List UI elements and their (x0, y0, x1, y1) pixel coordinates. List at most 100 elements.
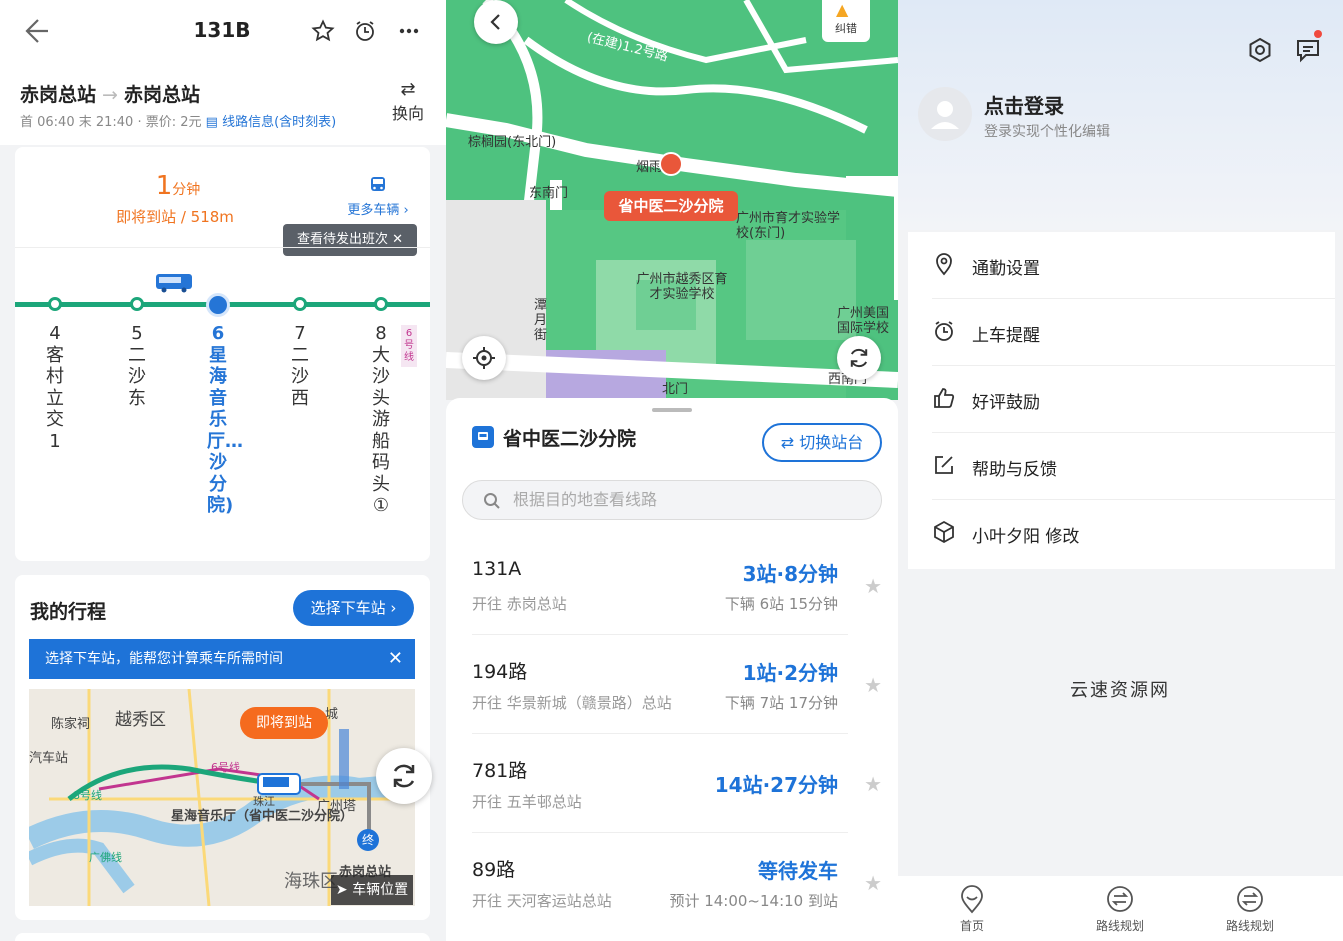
stop-name[interactable]: 8大沙头游船码头① (370, 323, 392, 517)
location-pin-icon (932, 252, 956, 276)
map-label: 北门 (662, 382, 689, 397)
stop-dot[interactable] (130, 297, 144, 311)
map-label: 棕榈园(东北门) (468, 135, 557, 150)
map-label: 广州市育才实验学校(东门) (736, 211, 841, 241)
map-label: 广州塔 (317, 799, 357, 814)
login-subtitle: 登录实现个性化编辑 (984, 124, 1110, 140)
back-arrow-icon[interactable] (18, 14, 52, 48)
drag-handle[interactable] (652, 408, 692, 412)
route-row[interactable]: 89路 开往 天河客运站总站 等待发车 预计 14:00~14:10 到站 ★ (446, 833, 898, 932)
station-map[interactable]: 棕榈园(东北门) 东南门 烟雨 广州市育才实验学校(东门) 广州市越秀区育才实验… (446, 0, 898, 400)
map-label: 陈家祠 (51, 717, 91, 732)
route-direction: 开往 天河客运站总站 (472, 892, 612, 910)
route-name: 781路 (472, 760, 528, 782)
route-row[interactable]: 781路 开往 五羊邨总站 14站·27分钟 ★ (446, 734, 898, 833)
search-icon (482, 491, 502, 511)
line-meta: 首 06:40 末 21:40 · 票价: 2元 ▤ 线路信息(含时刻表) (20, 111, 336, 130)
tab-route-plan[interactable]: 路线规划 (1090, 884, 1150, 934)
favorite-star-icon[interactable]: ★ (864, 673, 882, 697)
stop-name[interactable]: 4客村立交1 (44, 323, 66, 452)
favorite-star-icon[interactable]: ★ (864, 871, 882, 895)
stop-name[interactable]: 5二沙东 (126, 323, 148, 409)
tab-home[interactable]: 首页 (942, 884, 1002, 934)
refresh-icon[interactable] (376, 748, 432, 804)
route-arrow: → (102, 84, 118, 106)
tab-label: 路线规划 (1225, 919, 1274, 933)
arrival-time: 1分钟 (155, 171, 201, 201)
login-link[interactable]: 点击登录 (984, 90, 1064, 119)
reverse-button[interactable]: ⇄ 换向 (388, 80, 428, 124)
vehicle-position-button[interactable]: ➤ 车辆位置 (331, 875, 413, 905)
station-panel: 棕榈园(东北门) 东南门 烟雨 广州市育才实验学校(东门) 广州市越秀区育才实验… (446, 0, 898, 941)
watermark: 云速资源网 (1070, 680, 1170, 701)
service-hours: 首 06:40 末 21:40 · 票价: 2元 (20, 115, 202, 130)
route-name: 194路 (472, 661, 528, 683)
trip-mini-map[interactable]: 陈家祠 越秀区 汽车站 6号线 8号线 广佛线 星海音乐厅（省中医二沙分院） 广… (29, 689, 415, 906)
bus-icon (333, 175, 423, 199)
star-icon[interactable] (308, 16, 338, 46)
stop-dot[interactable] (293, 297, 307, 311)
hint-text: 选择下车站，能帮您计算乘车所需时间 (45, 651, 283, 667)
switch-platform-button[interactable]: ⇄ 切换站台 (762, 423, 882, 462)
back-arrow-icon[interactable] (474, 0, 518, 44)
route-next: 预计 14:00~14:10 到站 (669, 892, 838, 910)
stop-dot[interactable] (374, 297, 388, 311)
stop-name-current[interactable]: 6星海音乐厅…沙分院) (207, 323, 243, 517)
bus-stop-pin-icon[interactable] (659, 152, 683, 176)
tab-label: 路线规划 (1095, 919, 1144, 933)
close-icon[interactable]: ✕ (388, 639, 403, 679)
stop-name[interactable]: 7二沙西 (289, 323, 311, 409)
line-info-link[interactable]: ▤ 线路信息(含时刻表) (206, 115, 337, 130)
select-alight-stop-button[interactable]: 选择下车站 › (293, 590, 414, 626)
menu-item-commute[interactable]: 通勤设置 (908, 232, 1335, 299)
map-label: 8号线 (73, 789, 102, 802)
more-icon[interactable] (394, 16, 424, 46)
route-to: 赤岗总站 (123, 84, 200, 106)
bottom-tab-bar: 首页 路线规划 路线规划 (898, 876, 1343, 941)
menu-item-version[interactable]: 小叶夕阳 修改 (908, 500, 1335, 567)
route-direction: 开往 华景新城（赣景路）总站 (472, 694, 672, 712)
alarm-clock-icon (932, 319, 956, 343)
alarm-clock-icon[interactable] (350, 16, 380, 46)
settings-icon[interactable] (1244, 34, 1276, 66)
route-row[interactable]: 131A 开往 赤岗总站 3站·8分钟 下辆 6站 15分钟 ★ (446, 536, 898, 635)
profile-panel: 点击登录 登录实现个性化编辑 通勤设置 上车提醒 好评鼓励 帮助与反馈 小叶夕阳… (898, 0, 1343, 941)
arrival-status: 即将到站 / 518m (116, 208, 234, 226)
vehicle-position-label: 车辆位置 (352, 882, 409, 898)
bus-marker-icon (257, 773, 301, 795)
more-vehicles-label: 更多车辆 › (347, 203, 409, 218)
report-error-button[interactable]: ▲ 纠错 (822, 0, 870, 42)
line-header: 131B 赤岗总站 → 赤岗总站 首 06:40 末 21:40 · 票价: 2元 … (0, 0, 446, 145)
menu-label: 上车提醒 (972, 326, 1040, 346)
route-direction: 开往 五羊邨总站 (472, 793, 582, 811)
menu-item-rate[interactable]: 好评鼓励 (908, 366, 1335, 433)
next-card-edge (15, 933, 430, 941)
avatar[interactable] (918, 87, 972, 141)
route-search-input[interactable]: 根据目的地查看线路 (462, 480, 882, 520)
refresh-icon[interactable] (837, 336, 881, 380)
menu-item-help[interactable]: 帮助与反馈 (908, 433, 1335, 500)
map-label: 广州美国国际学校 (837, 306, 890, 336)
terminal-marker: 终 (357, 829, 379, 851)
pending-departures-tip[interactable]: 查看待发出班次 ✕ (283, 224, 417, 256)
favorite-star-icon[interactable]: ★ (864, 574, 882, 598)
route-row[interactable]: 194路 开往 华景新城（赣景路）总站 1站·2分钟 下辆 7站 17分钟 ★ (446, 635, 898, 734)
menu-item-boarding-reminder[interactable]: 上车提醒 (908, 299, 1335, 366)
line-title: 131B (193, 18, 251, 42)
locate-icon[interactable] (462, 336, 506, 380)
station-pill[interactable]: 省中医二沙分院 (604, 191, 738, 221)
tab-route-plan[interactable]: 路线规划 (1220, 884, 1280, 934)
favorite-star-icon[interactable]: ★ (864, 772, 882, 796)
stop-dot[interactable] (48, 297, 62, 311)
map-label: 6号线 (211, 761, 240, 774)
map-label: 广佛线 (89, 851, 122, 864)
cube-icon (932, 520, 956, 544)
map-label: 海珠区 (284, 871, 338, 892)
more-vehicles-link[interactable]: 更多车辆 › (333, 175, 423, 218)
bus-stop-icon (472, 426, 494, 448)
message-icon[interactable] (1292, 30, 1324, 66)
map-label: 东南门 (529, 186, 569, 201)
edit-icon (932, 453, 956, 477)
map-label: 越秀区 (115, 710, 166, 730)
current-stop-marker[interactable] (206, 293, 230, 317)
